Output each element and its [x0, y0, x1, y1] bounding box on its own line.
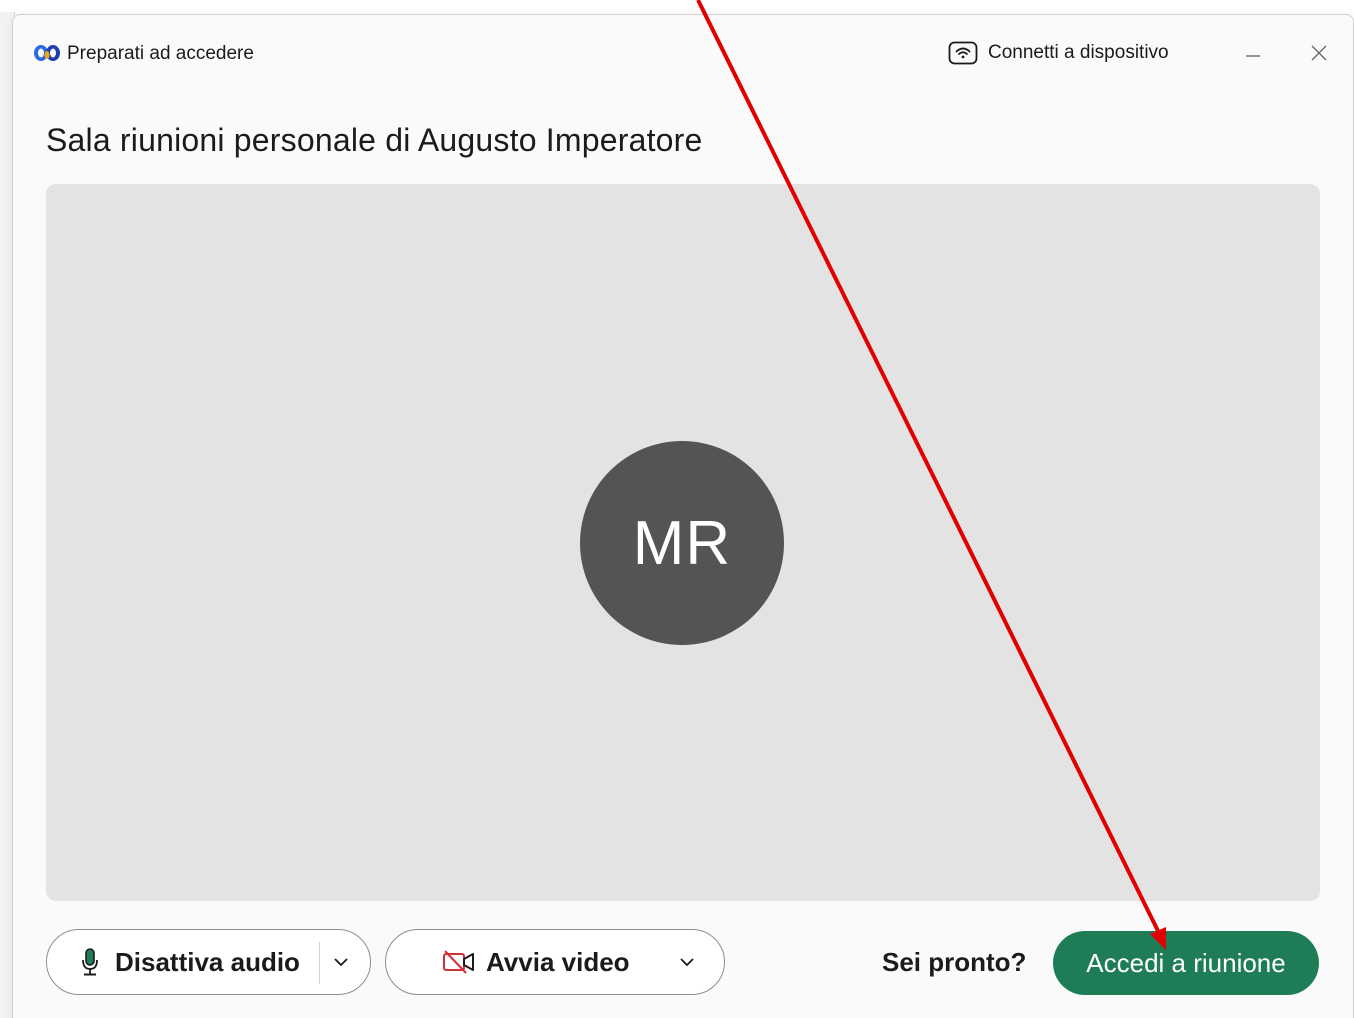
chevron-down-icon	[334, 958, 348, 967]
title-bar: Preparati ad accedere Connetti a disposi…	[13, 15, 1353, 89]
start-video-button[interactable]: Avvia video	[386, 930, 630, 994]
connect-device-button[interactable]: Connetti a dispositivo	[948, 38, 1169, 68]
window-title: Preparati ad accedere	[67, 43, 254, 64]
microphone-icon	[82, 948, 98, 976]
mute-audio-label: Disattiva audio	[115, 946, 300, 977]
meeting-title: Sala riunioni personale di Augusto Imper…	[46, 122, 703, 158]
avatar: MR	[580, 441, 784, 645]
close-button[interactable]	[1303, 37, 1335, 69]
connect-device-label: Connetti a dispositivo	[988, 42, 1169, 63]
audio-control: Disattiva audio	[46, 929, 371, 995]
start-video-label: Avvia video	[486, 946, 630, 977]
ready-text: Sei pronto?	[882, 947, 1027, 977]
video-control: Avvia video	[385, 929, 725, 995]
mute-audio-button[interactable]: Disattiva audio	[47, 930, 300, 994]
join-meeting-window: Preparati ad accedere Connetti a disposi…	[12, 14, 1354, 1018]
controls-bar: Disattiva audio Avvia video Sei pronto? …	[13, 929, 1353, 999]
minimize-icon	[1246, 55, 1260, 57]
chevron-down-icon	[680, 958, 694, 967]
webex-logo-icon	[34, 45, 60, 61]
close-icon	[1311, 45, 1327, 61]
join-meeting-button[interactable]: Accedi a riunione	[1053, 931, 1319, 995]
wireless-device-icon	[948, 41, 978, 65]
video-preview: MR	[46, 184, 1320, 901]
audio-options-button[interactable]	[320, 930, 362, 994]
background-app-top	[0, 0, 1354, 12]
minimize-button[interactable]	[1237, 37, 1269, 69]
video-options-button[interactable]	[666, 930, 708, 994]
video-off-icon	[443, 950, 474, 974]
screenshot-page: Preparati ad accedere Connetti a disposi…	[0, 0, 1354, 1018]
